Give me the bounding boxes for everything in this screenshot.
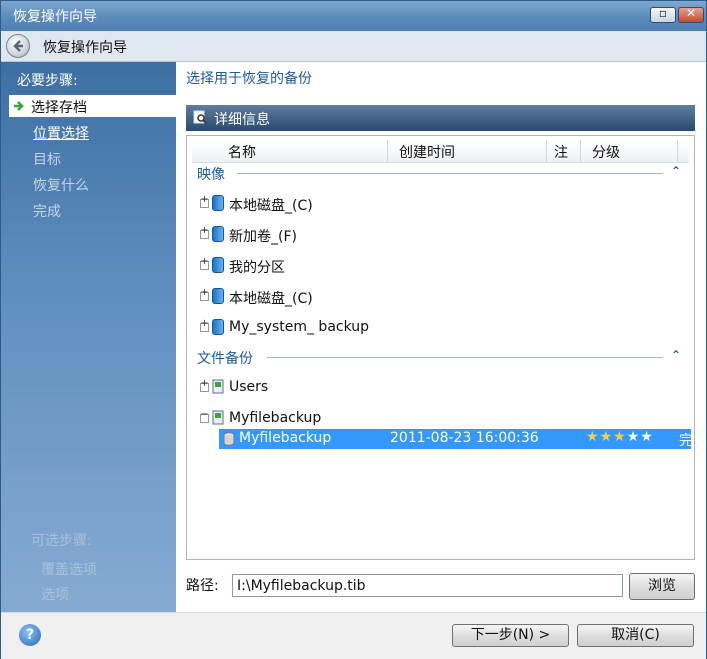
- close-icon: ✕: [685, 6, 697, 20]
- path-input[interactable]: [232, 574, 623, 597]
- column-rating[interactable]: 分级: [592, 142, 620, 162]
- maximize-icon: ▫: [658, 6, 668, 20]
- group-divider: [237, 173, 663, 174]
- cancel-button[interactable]: 取消(C): [577, 624, 694, 647]
- column-name[interactable]: 名称: [228, 142, 256, 162]
- group-file-backups-label: 文件备份: [197, 351, 253, 367]
- star-filled-icon[interactable]: ★: [586, 429, 600, 445]
- backup-created-time: 2011-08-23 16:00:36: [390, 430, 539, 446]
- backup-list: 名称 创建时间 注 分级 映像 ⌃ + 本地磁盘_(C) + 新加卷_(F) +…: [186, 135, 695, 560]
- expand-icon[interactable]: +: [200, 256, 209, 270]
- expand-icon[interactable]: +: [200, 225, 209, 239]
- disk-image-icon: [212, 226, 224, 242]
- collapse-icon[interactable]: −: [200, 409, 209, 423]
- maximize-button[interactable]: ▫: [650, 6, 676, 23]
- column-separator: [580, 140, 581, 162]
- back-button[interactable]: [6, 34, 30, 58]
- tree-item-label: My_system_ backup: [229, 319, 370, 335]
- step-what-to-restore: 恢复什么: [33, 178, 89, 194]
- step-finish: 完成: [33, 204, 61, 220]
- close-button[interactable]: ✕: [678, 6, 704, 23]
- details-icon: [193, 110, 207, 124]
- file-backup-icon: [212, 379, 224, 394]
- column-created[interactable]: 创建时间: [399, 142, 455, 162]
- path-label: 路径:: [186, 578, 219, 594]
- next-button[interactable]: 下一步(N) >: [452, 624, 569, 647]
- step-select-archive[interactable]: 选择存档: [9, 95, 176, 117]
- window-title: 恢复操作向导: [13, 9, 97, 25]
- step-location[interactable]: 位置选择: [33, 123, 89, 143]
- details-toggle[interactable]: 详细信息: [186, 105, 695, 131]
- disk-image-icon: [212, 257, 224, 273]
- selected-backup-row[interactable]: Myfilebackup 2011-08-23 16:00:36 ★★★★★ 完: [219, 429, 693, 449]
- restore-wizard-window: 恢复操作向导 ▫ ✕ 恢复操作向导 必要步骤: 选择存档 位置选择 目标 恢复什…: [0, 0, 707, 659]
- disk-image-icon: [212, 195, 224, 211]
- tree-item-label: 新加卷_(F): [229, 229, 297, 245]
- footer-bar: ? 下一步(N) > 取消(C): [1, 612, 706, 659]
- step-target: 目标: [33, 152, 61, 168]
- star-filled-icon[interactable]: ★: [600, 429, 614, 445]
- backup-name: Myfilebackup: [239, 430, 332, 446]
- expand-icon[interactable]: +: [200, 194, 209, 208]
- column-comment[interactable]: 注: [554, 142, 568, 162]
- column-separator: [546, 140, 547, 162]
- tree-item-label: 本地磁盘_(C): [229, 198, 313, 214]
- details-label: 详细信息: [214, 112, 270, 128]
- step-label: 选择存档: [31, 100, 87, 116]
- tree-item-label: Users: [229, 379, 269, 395]
- star-empty-icon[interactable]: ★: [640, 429, 654, 445]
- star-empty-icon[interactable]: ★: [627, 429, 641, 445]
- column-header-row: 名称 创建时间 注 分级: [192, 140, 689, 163]
- collapse-group-icon[interactable]: ⌃: [671, 164, 681, 178]
- expand-icon[interactable]: +: [200, 318, 209, 332]
- expand-icon[interactable]: +: [200, 287, 209, 301]
- tree-item-label: Myfilebackup: [229, 410, 322, 426]
- disk-image-icon: [212, 288, 224, 304]
- browse-button[interactable]: 浏览: [629, 573, 695, 600]
- column-separator: [387, 140, 388, 162]
- star-filled-icon[interactable]: ★: [613, 429, 627, 445]
- group-images-label: 映像: [197, 167, 225, 183]
- disk-image-icon: [212, 319, 224, 335]
- back-arrow-icon: [13, 40, 23, 52]
- rating-stars[interactable]: ★★★★★: [586, 429, 654, 445]
- column-separator: [677, 140, 678, 162]
- nav-title: 恢复操作向导: [43, 40, 127, 56]
- title-bar: 恢复操作向导 ▫ ✕: [1, 1, 706, 31]
- current-step-arrow-icon: [14, 101, 24, 111]
- truncated-cell: 完: [679, 433, 693, 449]
- main-panel: 选择用于恢复的备份 详细信息 名称 创建时间 注 分级 映像 ⌃ + 本地磁盘_…: [176, 62, 706, 612]
- steps-sidebar: 必要步骤: 选择存档 位置选择 目标 恢复什么 完成 可选步骤: 覆盖选项 选项: [1, 62, 176, 612]
- backup-version-icon: [223, 432, 235, 446]
- collapse-group-icon[interactable]: ⌃: [671, 348, 681, 362]
- optional-step-options: 选项: [41, 587, 69, 603]
- optional-steps-heading: 可选步骤:: [31, 533, 92, 549]
- file-backup-icon: [212, 410, 224, 425]
- main-heading: 选择用于恢复的备份: [186, 71, 312, 87]
- tree-item-label: 我的分区: [229, 260, 285, 276]
- group-divider: [267, 357, 663, 358]
- nav-bar: 恢复操作向导: [1, 31, 706, 91]
- expand-icon[interactable]: +: [200, 378, 209, 392]
- help-icon[interactable]: ?: [19, 624, 41, 646]
- tree-item-label: 本地磁盘_(C): [229, 291, 313, 307]
- required-steps-heading: 必要步骤:: [17, 73, 78, 89]
- optional-step-overwrite: 覆盖选项: [41, 562, 97, 578]
